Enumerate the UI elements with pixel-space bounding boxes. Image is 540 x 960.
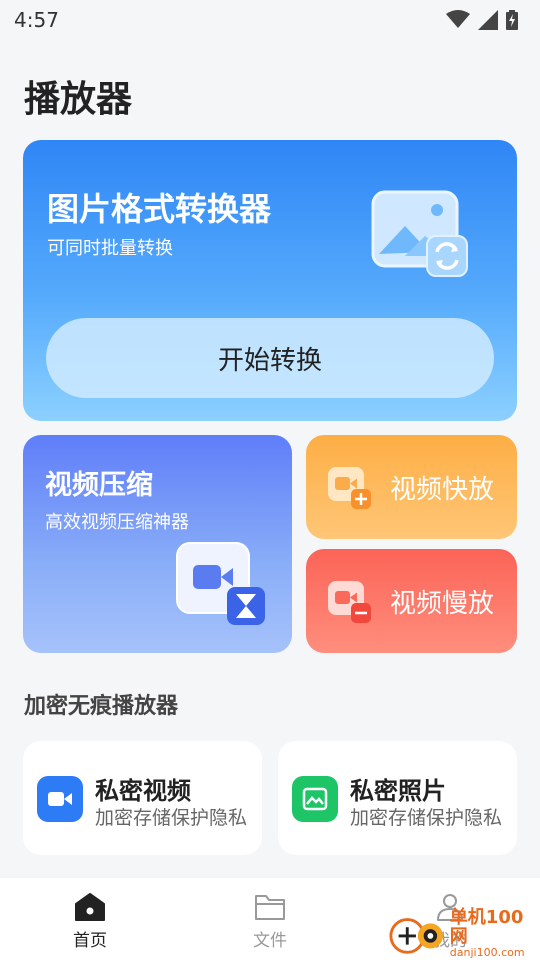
page-title: 播放器 [24, 79, 133, 120]
start-convert-button[interactable]: 开始转换 [46, 318, 494, 398]
private-photo-card[interactable]: 私密照片 加密存储保护隐私 [278, 741, 517, 855]
status-bar: 4:57 [0, 0, 540, 40]
converter-subtitle: 可同时批量转换 [47, 238, 173, 259]
converter-title: 图片格式转换器 [47, 190, 272, 228]
home-icon [75, 893, 105, 921]
video-slow-play-card[interactable]: 视频慢放 [306, 549, 517, 653]
video-minus-icon [328, 581, 371, 623]
video-plus-icon [328, 467, 371, 509]
watermark-text: 单机100网 danji100.com [449, 907, 538, 960]
private-video-subtitle: 加密存储保护隐私 [95, 807, 248, 829]
section-title: 加密无痕播放器 [24, 694, 179, 719]
video-compress-card[interactable]: 视频压缩 高效视频压缩神器 [23, 435, 292, 653]
image-converter-card[interactable]: 图片格式转换器 可同时批量转换 开始转换 [23, 140, 517, 421]
video-camera-icon [37, 776, 83, 822]
nav-label-files: 文件 [253, 931, 287, 951]
watermark-name: 单机100网 [449, 907, 524, 948]
watermark-url: danji100.com [449, 946, 525, 960]
status-icons [446, 10, 518, 30]
private-video-card[interactable]: 私密视频 加密存储保护隐私 [23, 741, 262, 855]
watermark-logo-icon [389, 918, 443, 954]
video-hourglass-icon [176, 542, 265, 625]
status-time: 4:57 [14, 8, 59, 32]
wifi-icon [446, 10, 470, 28]
image-convert-icon [371, 190, 468, 277]
nav-item-home[interactable]: 首页 [0, 878, 180, 960]
compress-subtitle: 高效视频压缩神器 [45, 512, 189, 533]
private-photo-title: 私密照片 [350, 777, 446, 805]
battery-charging-icon [506, 10, 518, 30]
video-fast-play-card[interactable]: 视频快放 [306, 435, 517, 539]
signal-icon [478, 10, 498, 30]
folder-icon [255, 895, 285, 920]
nav-item-files[interactable]: 文件 [180, 878, 360, 960]
watermark: 单机100网 danji100.com [388, 907, 538, 960]
photo-icon [292, 776, 338, 822]
private-video-title: 私密视频 [95, 777, 191, 805]
fast-play-label: 视频快放 [390, 474, 495, 505]
private-photo-subtitle: 加密存储保护隐私 [350, 807, 503, 829]
nav-label-home: 首页 [73, 931, 107, 951]
compress-title: 视频压缩 [45, 470, 153, 501]
slow-play-label: 视频慢放 [390, 588, 495, 619]
